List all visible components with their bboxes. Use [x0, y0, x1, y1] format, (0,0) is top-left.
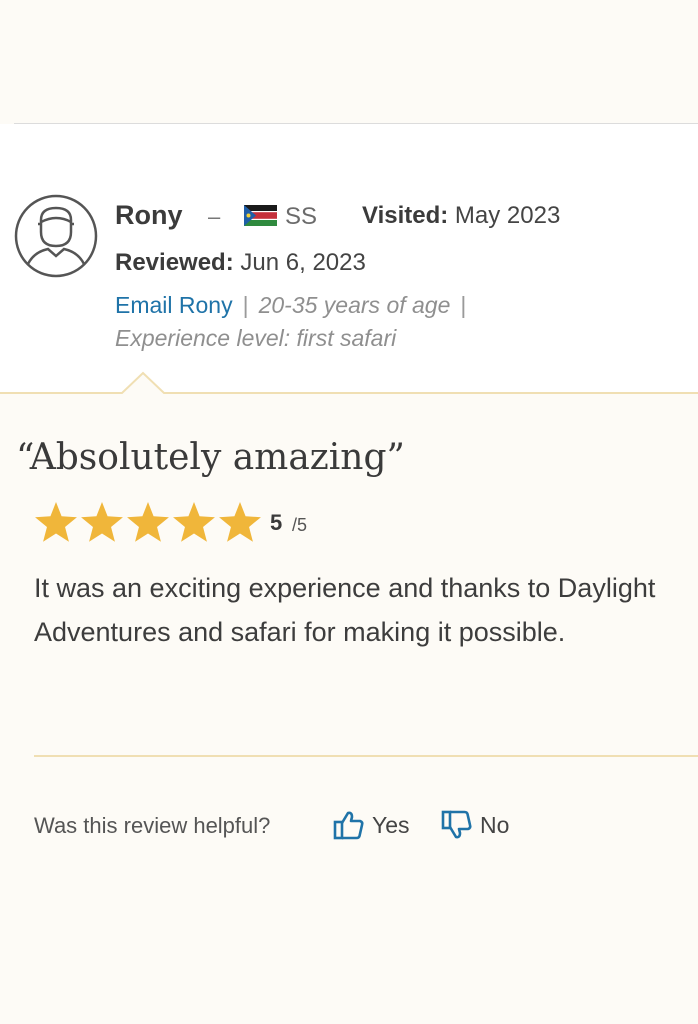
reviewed-value: Jun 6, 2023 — [240, 249, 366, 276]
content-divider — [34, 755, 698, 757]
star-icon — [127, 502, 169, 542]
visited-value: May 2023 — [454, 202, 561, 229]
star-icon — [219, 502, 261, 542]
reviewed-label: Reviewed: — [115, 249, 234, 276]
user-avatar-icon — [14, 194, 98, 278]
thumbs-down-icon — [440, 808, 474, 842]
age-range: 20-35 years of age — [258, 292, 451, 318]
reviewed-date: Reviewed: Jun 6, 2023 — [115, 246, 366, 280]
star-icon — [35, 502, 77, 542]
meta-separator: | — [460, 292, 467, 318]
email-reviewer-link[interactable]: Email Rony — [115, 292, 233, 318]
country-code: SS — [285, 203, 318, 230]
star-rating — [32, 498, 264, 546]
thumbs-up-icon — [332, 808, 366, 842]
experience-level: Experience level: first safari — [115, 325, 397, 351]
callout-pointer — [0, 370, 698, 400]
review-title: “Absolutely amazing” — [16, 437, 405, 478]
star-icon — [81, 502, 123, 542]
rating-value: 5 — [270, 510, 283, 535]
reviewer-meta: Email Rony | 20-35 years of age | — [115, 289, 476, 321]
top-blank-area — [0, 0, 698, 124]
south-sudan-flag-icon — [244, 205, 277, 226]
star-icon — [173, 502, 215, 542]
rating-max: /5 — [292, 515, 308, 535]
review-body: It was an exciting experience and thanks… — [34, 573, 656, 647]
visited-label: Visited: — [362, 202, 449, 229]
helpful-yes-button[interactable]: Yes — [332, 806, 410, 844]
no-label: No — [480, 812, 510, 838]
meta-separator: | — [242, 292, 249, 318]
yes-label: Yes — [372, 812, 410, 838]
reviewer-name: Rony — [115, 200, 183, 230]
helpful-no-button[interactable]: No — [440, 806, 509, 844]
visited-date: Visited: May 2023 — [362, 199, 560, 233]
helpful-question: Was this review helpful? — [34, 813, 271, 838]
name-dash: – — [208, 204, 221, 229]
